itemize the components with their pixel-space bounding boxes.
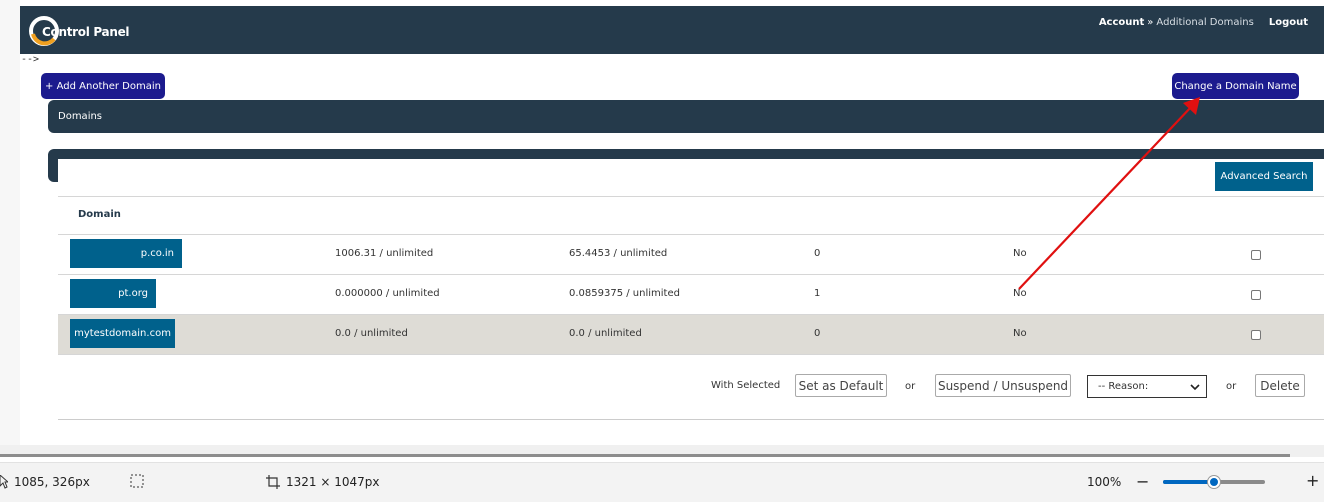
disk-usage-cell: 0.0 / unlimited bbox=[569, 328, 642, 339]
breadcrumb-current: Additional Domains bbox=[1156, 17, 1254, 28]
zoom-in-icon[interactable]: + bbox=[1306, 471, 1319, 490]
table-row: mytestdomain.com 0.0 / unlimited 0.0 / u… bbox=[58, 315, 1324, 355]
or-label: or bbox=[905, 381, 916, 392]
logout-link[interactable]: Logout bbox=[1269, 17, 1308, 28]
disk-usage-cell: 65.4453 / unlimited bbox=[569, 248, 668, 259]
top-navbar: Control Panel Account » Additional Domai… bbox=[20, 6, 1324, 54]
suspend-unsuspend-button[interactable]: Suspend / Unsuspend bbox=[935, 374, 1071, 397]
cursor-position-value: 1085, 326px bbox=[14, 475, 90, 489]
section-title: Domains bbox=[58, 111, 103, 122]
disk-usage-cell: 0.0859375 / unlimited bbox=[569, 288, 680, 299]
zoom-percentage: 100% bbox=[1087, 475, 1122, 489]
domain-link[interactable]: p.co.in bbox=[70, 239, 182, 268]
logo-text: Control Panel bbox=[42, 25, 130, 39]
section-header: Domains bbox=[48, 100, 1324, 133]
bandwidth-cell: 1006.31 / unlimited bbox=[335, 248, 434, 259]
domain-link[interactable]: mytestdomain.com bbox=[70, 319, 175, 348]
domain-link[interactable]: pt.org bbox=[70, 279, 156, 308]
cursor-icon bbox=[0, 475, 8, 489]
domain-name: p.co.in bbox=[140, 248, 174, 259]
or-label: or bbox=[1226, 381, 1237, 392]
zoom-out-icon[interactable]: − bbox=[1136, 472, 1149, 491]
bandwidth-cell: 0.000000 / unlimited bbox=[335, 288, 440, 299]
add-domain-button[interactable]: + Add Another Domain bbox=[41, 73, 165, 99]
status-bar: 1085, 326px 1321 × 1047px 100% − + bbox=[0, 462, 1324, 502]
horizontal-scrollbar[interactable] bbox=[0, 454, 1290, 457]
logo[interactable]: Control Panel bbox=[28, 12, 138, 50]
with-selected-label: With Selected bbox=[711, 380, 781, 391]
count-cell: 1 bbox=[814, 288, 821, 299]
zoom-slider-fill bbox=[1163, 480, 1214, 484]
selection-size: 1321 × 1047px bbox=[266, 475, 379, 489]
reason-select-value: -- Reason: bbox=[1098, 381, 1149, 392]
left-margin-strip bbox=[0, 0, 20, 445]
table-row: pt.org 0.000000 / unlimited 0.0859375 / … bbox=[58, 275, 1324, 315]
column-header-domain[interactable]: Domain bbox=[78, 209, 121, 220]
domain-name: mytestdomain.com bbox=[74, 328, 171, 339]
divider bbox=[58, 196, 1324, 197]
domains-panel: Advanced Search Domain p.co.in 1006.31 /… bbox=[58, 159, 1324, 420]
row-checkbox[interactable] bbox=[1251, 290, 1261, 300]
zoom-slider-thumb[interactable] bbox=[1208, 476, 1220, 488]
count-cell: 0 bbox=[814, 328, 821, 339]
row-checkbox[interactable] bbox=[1251, 330, 1261, 340]
suspended-cell: No bbox=[1013, 248, 1027, 259]
suspended-cell: No bbox=[1013, 328, 1027, 339]
change-domain-name-button[interactable]: Change a Domain Name bbox=[1172, 73, 1299, 99]
delete-button[interactable]: Delete bbox=[1255, 374, 1305, 397]
set-default-button[interactable]: Set as Default bbox=[795, 374, 887, 397]
chevron-down-icon bbox=[1190, 384, 1200, 391]
table-row: p.co.in 1006.31 / unlimited 65.4453 / un… bbox=[58, 235, 1324, 275]
advanced-search-button[interactable]: Advanced Search bbox=[1215, 162, 1313, 191]
breadcrumb-separator: » bbox=[1147, 17, 1154, 28]
crop-icon bbox=[266, 475, 280, 489]
reason-select[interactable]: -- Reason: bbox=[1087, 375, 1207, 398]
suspended-cell: No bbox=[1013, 288, 1027, 299]
selection-size-value: 1321 × 1047px bbox=[286, 475, 380, 489]
domain-name: pt.org bbox=[118, 288, 148, 299]
zoom-slider[interactable] bbox=[1163, 476, 1265, 488]
selection-icon bbox=[130, 474, 144, 488]
stray-markup-text: --> bbox=[21, 54, 40, 65]
bandwidth-cell: 0.0 / unlimited bbox=[335, 328, 408, 339]
row-checkbox[interactable] bbox=[1251, 250, 1261, 260]
header-nav: Account » Additional Domains Logout bbox=[1099, 17, 1308, 28]
count-cell: 0 bbox=[814, 248, 821, 259]
cursor-position: 1085, 326px bbox=[0, 475, 90, 489]
breadcrumb-account[interactable]: Account bbox=[1099, 17, 1144, 28]
